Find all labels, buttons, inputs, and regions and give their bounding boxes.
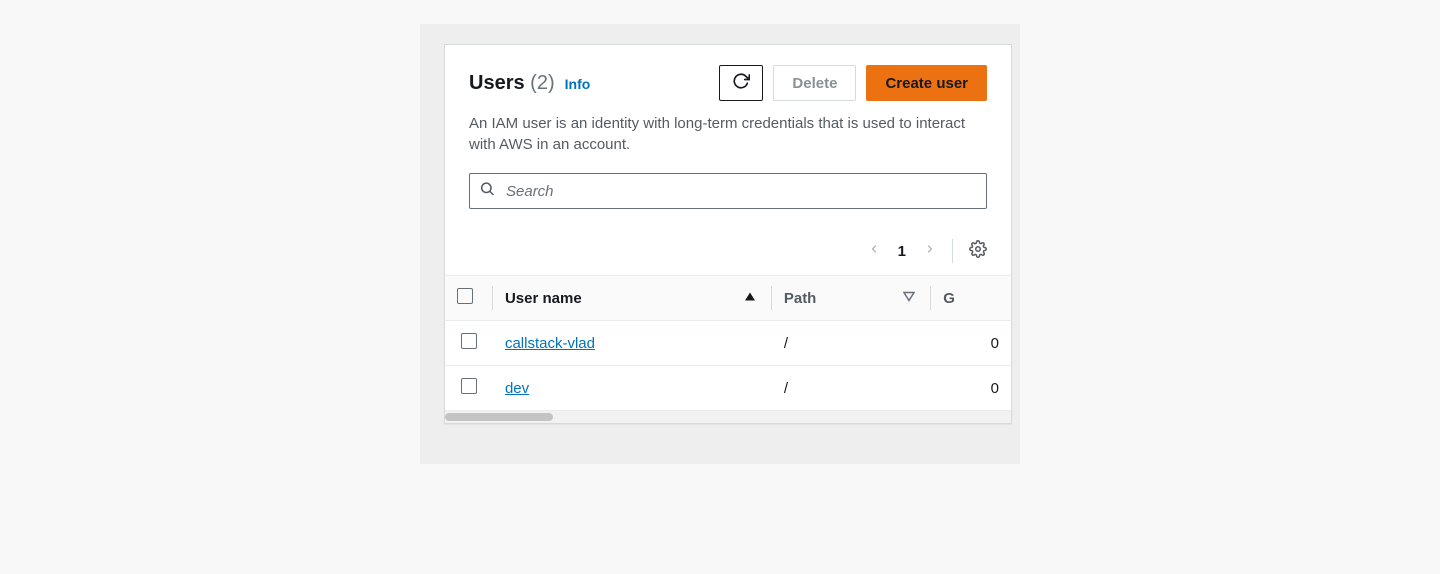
path-cell: /	[772, 366, 931, 411]
pager-divider	[952, 239, 953, 263]
table-row: dev / 0	[445, 366, 1011, 411]
title-block: Users (2) Info	[469, 72, 590, 95]
search-icon	[479, 181, 495, 202]
header-row: Users (2) Info Delete Create user	[469, 65, 987, 101]
page-title: Users (2)	[469, 72, 555, 95]
scrollbar-thumb[interactable]	[445, 413, 553, 421]
username-header[interactable]: User name	[493, 276, 772, 321]
prev-page-button[interactable]	[868, 241, 880, 262]
next-page-button[interactable]	[924, 241, 936, 262]
sort-asc-icon	[744, 290, 756, 307]
page-number: 1	[898, 243, 906, 260]
username-header-label: User name	[505, 290, 582, 307]
user-link[interactable]: dev	[505, 380, 529, 397]
extra-cell: 0	[931, 366, 1011, 411]
pager: 1	[868, 241, 936, 262]
path-header[interactable]: Path	[772, 276, 931, 321]
section-description: An IAM user is an identity with long-ter…	[469, 113, 987, 155]
pagination-row: 1	[445, 225, 1011, 275]
row-checkbox[interactable]	[461, 378, 477, 394]
table-header-row: User name Path G	[445, 276, 1011, 321]
search-container	[469, 173, 987, 209]
user-link[interactable]: callstack-vlad	[505, 335, 595, 352]
settings-button[interactable]	[969, 240, 987, 263]
search-input[interactable]	[469, 173, 987, 209]
header-area: Users (2) Info Delete Create user An IAM…	[445, 45, 1011, 225]
path-header-label: Path	[784, 290, 817, 307]
title-text: Users	[469, 72, 525, 94]
users-panel: Users (2) Info Delete Create user An IAM…	[444, 44, 1012, 424]
extra-header-label: G	[943, 290, 955, 307]
action-buttons: Delete Create user	[719, 65, 987, 101]
refresh-icon	[732, 72, 750, 94]
panel-background: Users (2) Info Delete Create user An IAM…	[420, 24, 1020, 464]
gear-icon	[969, 245, 987, 262]
select-all-checkbox[interactable]	[457, 288, 473, 304]
horizontal-scrollbar[interactable]	[445, 411, 1011, 423]
table-row: callstack-vlad / 0	[445, 321, 1011, 366]
user-count: (2)	[530, 72, 554, 94]
row-checkbox[interactable]	[461, 333, 477, 349]
refresh-button[interactable]	[719, 65, 763, 101]
create-user-button[interactable]: Create user	[866, 65, 987, 101]
path-cell: /	[772, 321, 931, 366]
extra-header[interactable]: G	[931, 276, 1011, 321]
info-link[interactable]: Info	[565, 76, 591, 92]
sort-none-icon	[903, 290, 915, 307]
users-table: User name Path G	[445, 275, 1011, 411]
delete-button[interactable]: Delete	[773, 65, 856, 101]
select-all-header	[445, 276, 493, 321]
extra-cell: 0	[931, 321, 1011, 366]
